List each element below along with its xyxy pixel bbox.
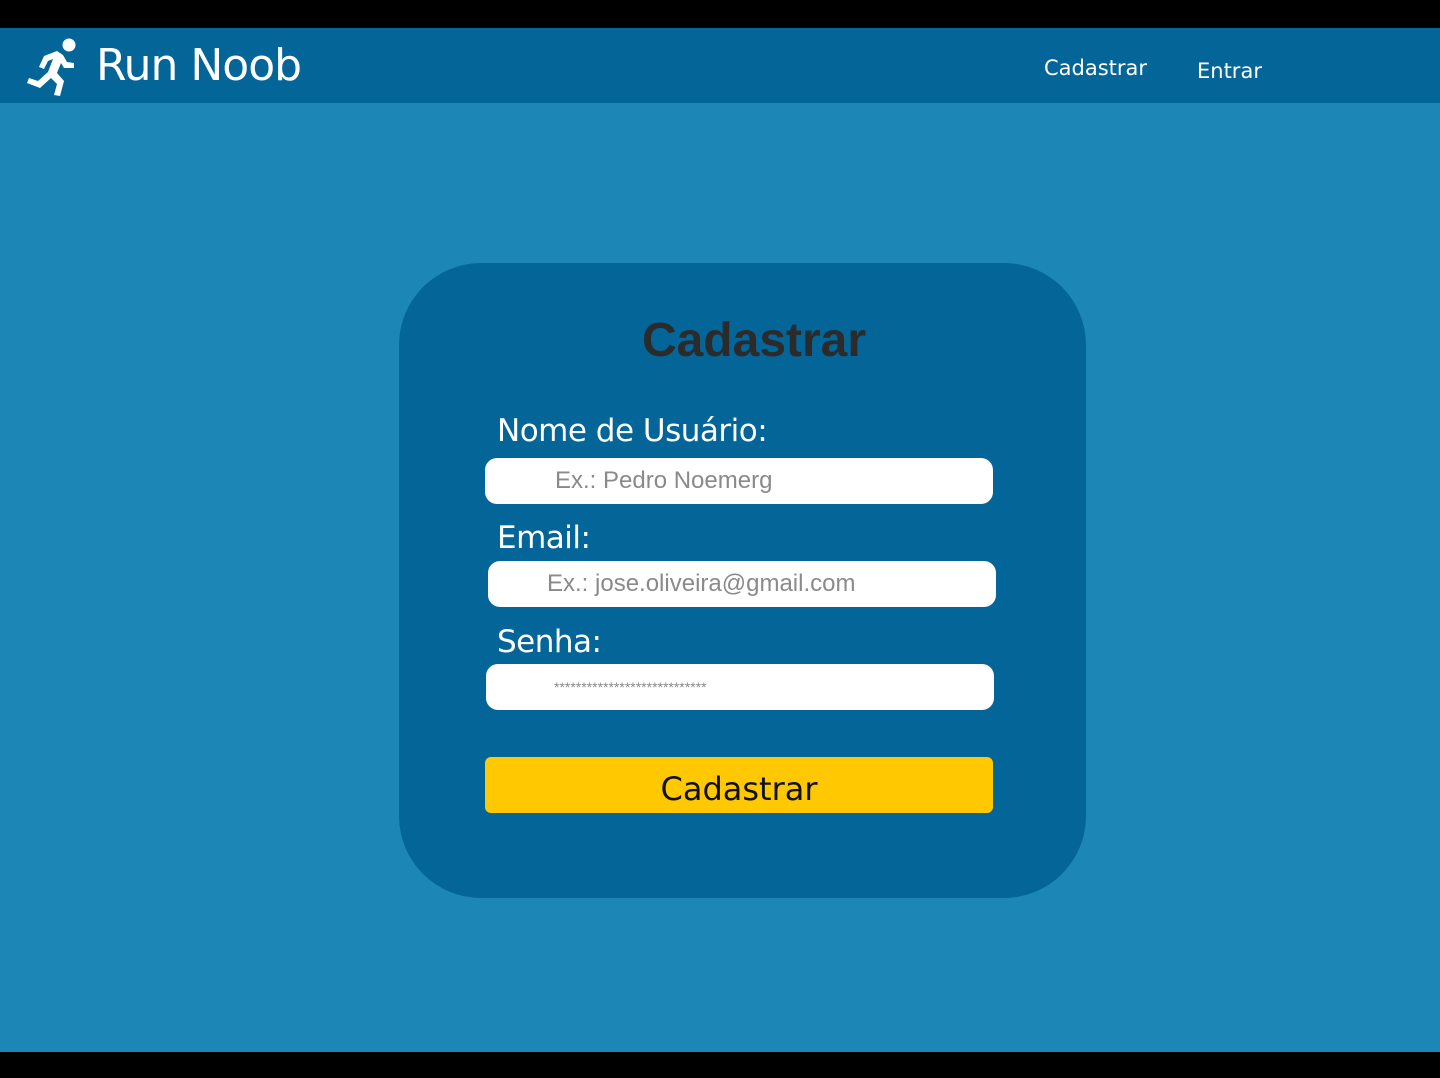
nav-link-entrar[interactable]: Entrar [1197, 59, 1262, 83]
running-person-icon [27, 38, 76, 96]
password-label: Senha: [497, 624, 602, 660]
nav-link-cadastrar[interactable]: Cadastrar [1044, 56, 1147, 80]
page: Run Noob Cadastrar Entrar Cadastrar Nome… [0, 28, 1440, 1052]
submit-button[interactable]: Cadastrar [485, 757, 993, 813]
navbar: Run Noob Cadastrar Entrar [0, 28, 1440, 103]
email-input[interactable] [488, 561, 996, 607]
signup-card: Cadastrar Nome de Usuário: Email: Senha:… [399, 263, 1086, 898]
username-input[interactable] [485, 458, 993, 504]
username-label: Nome de Usuário: [497, 413, 768, 449]
page-title: Cadastrar [641, 314, 867, 367]
email-label: Email: [497, 520, 591, 556]
brand[interactable]: Run Noob [24, 35, 302, 97]
password-input[interactable] [486, 664, 994, 710]
brand-name: Run Noob [96, 40, 302, 91]
